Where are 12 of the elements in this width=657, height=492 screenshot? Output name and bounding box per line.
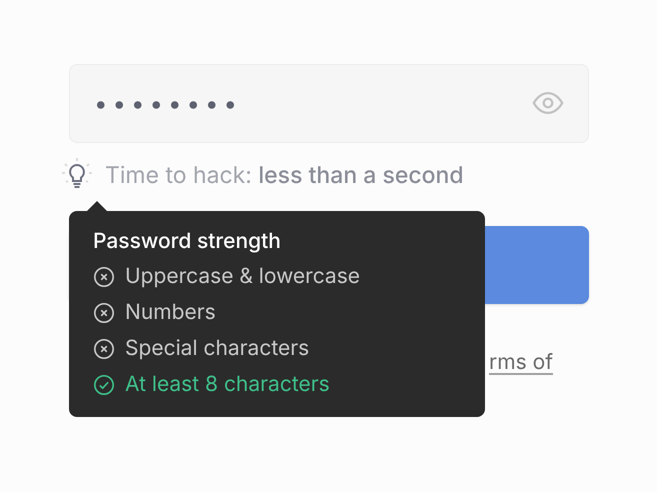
check-circle-icon xyxy=(93,374,115,396)
requirement-text: At least 8 characters xyxy=(125,371,330,399)
x-circle-icon xyxy=(93,266,115,288)
requirement-text: Numbers xyxy=(125,299,216,327)
password-field[interactable]: •••••••• xyxy=(69,64,589,143)
x-circle-icon xyxy=(93,302,115,324)
requirement-text: Special characters xyxy=(125,335,310,363)
tooltip-title: Password strength xyxy=(93,229,282,255)
x-circle-icon xyxy=(93,338,115,360)
requirement-text: Uppercase & lowercase xyxy=(125,263,360,291)
terms-link[interactable]: rms of xyxy=(489,350,553,375)
time-to-hack-text: Time to hack: less than a second xyxy=(105,160,464,191)
